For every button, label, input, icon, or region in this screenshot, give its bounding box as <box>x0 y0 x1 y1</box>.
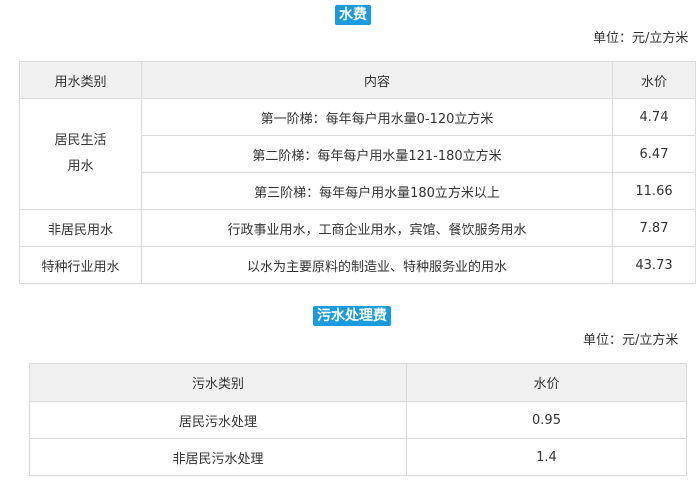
table-header-row: 用水类别 内容 水价 <box>19 61 696 99</box>
tier-2-price: 6.47 <box>612 135 696 173</box>
page: 水费 单位：元/立方米 用水类别 内容 水价 居民生活 用水 第一阶梯：每年每户用… <box>0 0 699 482</box>
water-fee-title: 水费 <box>335 5 371 25</box>
water-fee-table: 用水类别 内容 水价 居民生活 用水 第一阶梯：每年每户用水量0-120立方米 4… <box>19 61 696 284</box>
sewage-residential-price: 0.95 <box>406 401 687 439</box>
special-price: 43.73 <box>612 246 696 284</box>
header-price: 水价 <box>612 61 696 99</box>
sewage-residential-category: 居民污水处理 <box>29 401 407 439</box>
sewage-non-residential-price: 1.4 <box>406 438 687 476</box>
residential-category-label: 居民生活 用水 <box>54 133 107 174</box>
special-content: 以水为主要原料的制造业、特种服务业的用水 <box>141 246 613 284</box>
sewage-fee-table: 污水类别 水价 居民污水处理 0.95 非居民污水处理 1.4 <box>29 363 687 476</box>
table-row: 非居民用水 行政事业用水，工商企业用水，宾馆、餐饮服务用水 7.87 <box>19 209 696 247</box>
special-category: 特种行业用水 <box>19 246 142 284</box>
non-residential-category: 非居民用水 <box>19 209 142 247</box>
sewage-fee-unit-note: 单位：元/立方米 <box>583 333 679 348</box>
tier-2-content: 第二阶梯：每年每户用水量121-180立方米 <box>141 135 613 173</box>
tier-1-content: 第一阶梯：每年每户用水量0-120立方米 <box>141 98 613 136</box>
table-header-row: 污水类别 水价 <box>29 363 687 402</box>
non-residential-content: 行政事业用水，工商企业用水，宾馆、餐饮服务用水 <box>141 209 613 247</box>
header-sewage-category: 污水类别 <box>29 363 407 402</box>
sewage-fee-title: 污水处理费 <box>313 306 391 326</box>
table-row: 居民生活 用水 第一阶梯：每年每户用水量0-120立方米 4.74 <box>19 98 696 210</box>
sewage-non-residential-category: 非居民污水处理 <box>29 438 407 476</box>
table-row: 非居民污水处理 1.4 <box>29 438 687 476</box>
tier-1-price: 4.74 <box>612 98 696 136</box>
header-category: 用水类别 <box>19 61 142 99</box>
header-content: 内容 <box>141 61 613 99</box>
table-row: 居民污水处理 0.95 <box>29 401 687 439</box>
water-fee-unit-note: 单位：元/立方米 <box>593 31 689 46</box>
table-row: 特种行业用水 以水为主要原料的制造业、特种服务业的用水 43.73 <box>19 246 696 284</box>
tier-3-price: 11.66 <box>612 172 696 210</box>
residential-category-cell: 居民生活 用水 <box>19 98 142 210</box>
tier-3-content: 第三阶梯：每年每户用水量180立方米以上 <box>141 172 613 210</box>
non-residential-price: 7.87 <box>612 209 696 247</box>
header-sewage-price: 水价 <box>406 363 687 402</box>
